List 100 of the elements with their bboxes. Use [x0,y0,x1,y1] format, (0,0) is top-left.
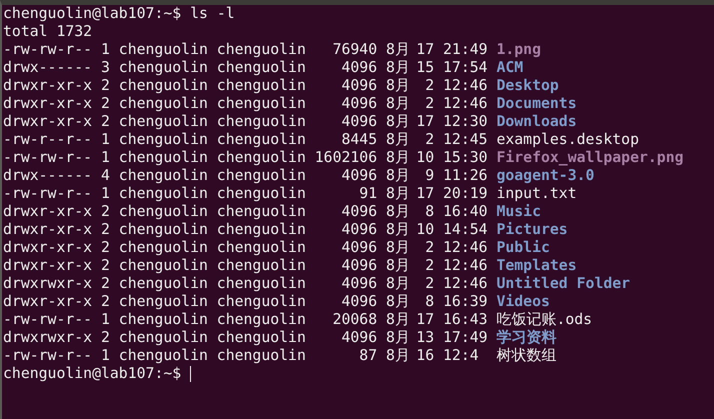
link-count: 2 [100,113,110,131]
month-text: 8月 [386,329,408,347]
link-count: 1 [100,131,110,149]
day-text: 15 [416,59,434,77]
owner-text: chenguolin [118,149,208,167]
link-count: 1 [100,311,110,329]
month-text: 8月 [386,221,408,239]
file-size: 4096 [340,239,378,257]
month-text: 8月 [386,257,408,275]
owner-text: chenguolin [118,347,208,365]
directory-name: 学习资料 [496,329,556,347]
permissions-text: drwx------ [3,167,92,185]
time-text: 21:49 [443,41,488,59]
group-text: chenguolin [216,131,306,149]
file-size: 20068 [332,311,378,329]
time-text: 16:43 [443,311,488,329]
file-size: 91 [358,185,378,203]
month-text: 8月 [386,131,408,149]
time-text: 14:54 [443,221,488,239]
link-count: 1 [100,41,110,59]
month-text: 8月 [386,239,408,257]
permissions-text: -rw-rw-r-- [3,41,92,59]
time-text: 16:40 [443,203,488,221]
directory-name: Documents [496,95,577,113]
file-size: 1602106 [314,149,378,167]
month-text: 8月 [386,77,408,95]
permissions-text: drwxr-xr-x [3,113,92,131]
group-text: chenguolin [216,77,306,95]
permissions-text: -rw-rw-r-- [3,311,92,329]
image-file-name: Firefox_wallpaper.png [496,149,684,167]
time-text: 12:30 [443,113,488,131]
owner-text: chenguolin [118,185,208,203]
shell-prompt: chenguolin@lab107:~$ [3,5,182,23]
file-size: 4096 [340,275,378,293]
time-text: 12:45 [443,131,488,149]
file-size: 4096 [340,77,378,95]
time-text: 12:46 [443,77,488,95]
file-size: 4096 [340,203,378,221]
permissions-text: drwxr-xr-x [3,293,92,311]
shell-prompt: chenguolin@lab107:~$ [3,365,182,383]
time-text: 17:54 [443,59,488,77]
owner-text: chenguolin [118,41,208,59]
day-text: 9 [424,167,434,185]
directory-name: Public [496,239,550,257]
group-text: chenguolin [216,221,306,239]
owner-text: chenguolin [118,59,208,77]
total-text: total 1732 [3,23,92,41]
command-text: ls -l [190,5,235,23]
owner-text: chenguolin [118,203,208,221]
permissions-text: -rw-rw-r-- [3,149,92,167]
day-text: 13 [416,329,434,347]
day-text: 2 [424,131,434,149]
permissions-text: drwxrwxr-x [3,329,92,347]
directory-name: ACM [496,59,524,77]
file-size: 4096 [340,257,378,275]
group-text: chenguolin [216,257,306,275]
directory-name: Desktop [496,77,559,95]
owner-text: chenguolin [118,329,208,347]
time-text: 15:30 [443,149,488,167]
link-count: 4 [100,167,110,185]
month-text: 8月 [386,275,408,293]
permissions-text: drwxr-xr-x [3,95,92,113]
owner-text: chenguolin [118,113,208,131]
link-count: 3 [100,59,110,77]
day-text: 10 [416,221,434,239]
directory-name: Templates [496,257,577,275]
file-size: 76940 [332,41,378,59]
month-text: 8月 [386,41,408,59]
month-text: 8月 [386,113,408,131]
owner-text: chenguolin [118,221,208,239]
owner-text: chenguolin [118,239,208,257]
file-name: 树状数组 [496,347,556,365]
permissions-text: -rw-rw-r-- [3,185,92,203]
link-count: 2 [100,221,110,239]
day-text: 2 [424,239,434,257]
file-size: 4096 [340,113,378,131]
owner-text: chenguolin [118,275,208,293]
day-text: 2 [424,257,434,275]
month-text: 8月 [386,149,408,167]
group-text: chenguolin [216,185,306,203]
permissions-text: drwx------ [3,59,92,77]
day-text: 17 [416,311,434,329]
directory-name: Downloads [496,113,577,131]
link-count: 2 [100,95,110,113]
group-text: chenguolin [216,41,306,59]
owner-text: chenguolin [118,311,208,329]
time-text: 12:46 [443,275,488,293]
group-text: chenguolin [216,239,306,257]
link-count: 1 [100,185,110,203]
month-text: 8月 [386,185,408,203]
day-text: 8 [424,203,434,221]
time-text: 17:49 [443,329,488,347]
file-size: 4096 [340,221,378,239]
day-text: 16 [416,347,434,365]
group-text: chenguolin [216,113,306,131]
month-text: 8月 [386,293,408,311]
group-text: chenguolin [216,347,306,365]
permissions-text: drwxr-xr-x [3,257,92,275]
permissions-text: drwxrwxr-x [3,275,92,293]
image-file-name: 1.png [496,41,541,59]
